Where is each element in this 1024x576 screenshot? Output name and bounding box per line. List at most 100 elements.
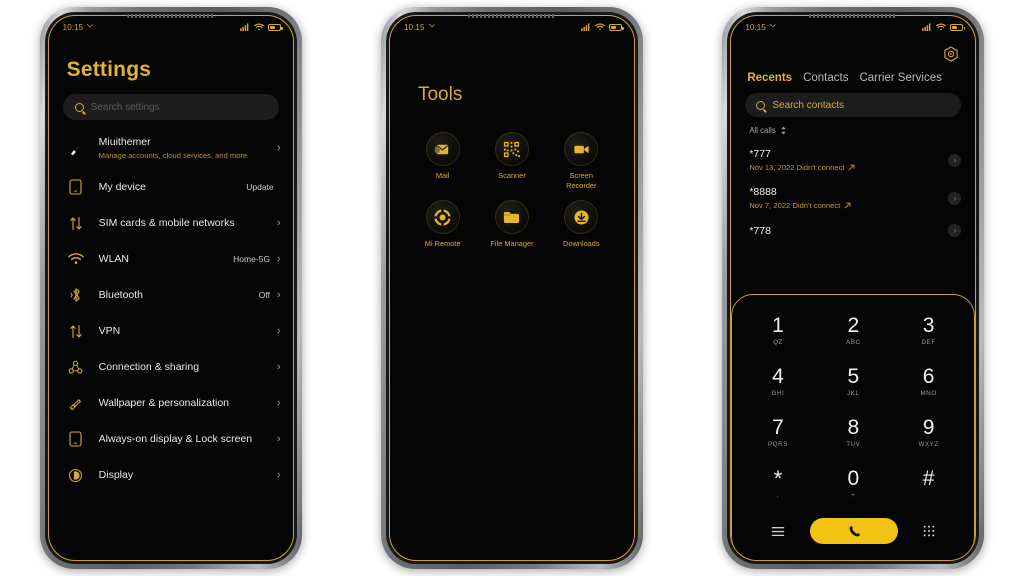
key-9[interactable]: 9 WXYZ [891, 407, 966, 458]
phone-call-icon [428, 23, 435, 28]
settings-row-wallpaper[interactable]: Wallpaper & personalization › [49, 385, 293, 421]
earpiece-speaker [126, 14, 215, 18]
settings-row-vpn[interactable]: VPN › [49, 313, 293, 349]
search-settings-input[interactable]: Search settings [62, 94, 279, 120]
app-label: Downloads [563, 239, 600, 248]
app-label: Screen Recorder [566, 171, 597, 190]
status-bar: 10:15 [390, 16, 634, 38]
dialer-action-bar [740, 509, 966, 553]
settings-row-text: Always-on display & Lock screen [87, 433, 277, 446]
call-meta: Nov 7, 2022 Didn't connect [749, 201, 948, 210]
key-digit: 8 [847, 416, 860, 439]
key-digit: 9 [922, 416, 935, 439]
call-number: *777 [749, 148, 771, 160]
battery-icon [950, 23, 966, 31]
call-button[interactable] [810, 518, 899, 544]
key-letters: TUV [846, 441, 861, 448]
call-number: *778 [749, 224, 771, 237]
display-brightness-icon [65, 468, 87, 483]
key-digit: 0 [847, 467, 860, 490]
status-bar-right [581, 23, 624, 31]
status-bar: 10:15 [731, 16, 975, 38]
app-scanner[interactable]: Scanner [477, 132, 546, 190]
settings-row-miuithemer[interactable]: Miuithemer Manage accounts, cloud servic… [49, 128, 293, 169]
info-chevron-icon[interactable]: › [948, 224, 962, 237]
phone-handset-icon [849, 525, 860, 536]
key-digit: 5 [847, 365, 860, 388]
call-row[interactable]: *778 › [731, 217, 975, 244]
key-3[interactable]: 3 DEF [891, 305, 966, 356]
key-0[interactable]: 0 + [816, 458, 891, 509]
settings-row-sim-cards[interactable]: SIM cards & mobile networks › [49, 205, 293, 241]
connection-share-icon [65, 360, 87, 375]
settings-row-text: My device [87, 181, 247, 194]
app-screen-recorder[interactable]: Screen Recorder [547, 132, 616, 190]
settings-row-value: Off [258, 290, 270, 300]
key-star[interactable]: * , [740, 458, 815, 509]
tab-contacts[interactable]: Contacts [803, 72, 848, 84]
phone-device-icon [65, 179, 87, 195]
settings-row-display[interactable]: Display › [49, 457, 293, 493]
key-4[interactable]: 4 GHI [740, 356, 815, 407]
app-mail[interactable]: Mail [408, 132, 477, 190]
phone-call-icon [87, 23, 93, 28]
app-downloads[interactable]: Downloads [547, 200, 616, 249]
tab-recents[interactable]: Recents [747, 72, 792, 84]
wallpaper-brush-icon [65, 396, 87, 411]
key-letters: MNO [920, 390, 937, 397]
hamburger-menu-icon[interactable] [770, 525, 786, 538]
key-8[interactable]: 8 TUV [816, 407, 891, 458]
app-mi-remote[interactable]: Mi Remote [408, 200, 477, 249]
key-letters: , [776, 492, 780, 499]
key-6[interactable]: 6 MNO [891, 356, 966, 407]
key-letters: WXYZ [918, 441, 939, 448]
settings-row-text: VPN [87, 325, 277, 338]
screen-dialer: 10:15 Recents Contacts Carrier Services … [730, 15, 977, 561]
key-2[interactable]: 2 ABC [816, 305, 891, 356]
key-letters: + [851, 492, 856, 499]
settings-row-label: SIM cards & mobile networks [98, 216, 235, 229]
key-1[interactable]: 1 QZ [740, 305, 815, 356]
call-row[interactable]: *777 Nov 13, 2022 Didn't connect › [731, 141, 975, 179]
vpn-transfer-icon [65, 324, 87, 339]
chevron-right-icon: › [276, 252, 281, 265]
call-filter-label: All calls [749, 126, 776, 135]
dialer-tabs: Recents Contacts Carrier Services [731, 62, 975, 84]
tab-carrier-services[interactable]: Carrier Services [859, 72, 941, 84]
app-grid: Mail Scanner Screen Recorder Mi Remote F… [390, 132, 634, 249]
hex-settings-icon[interactable] [943, 46, 959, 62]
settings-row-connection-sharing[interactable]: Connection & sharing › [49, 349, 293, 385]
settings-row-wlan[interactable]: WLAN Home-5G › [49, 241, 293, 277]
chevron-right-icon: › [276, 216, 281, 229]
info-chevron-icon[interactable]: › [948, 191, 962, 205]
status-time: 10:15 [403, 22, 425, 32]
settings-row-label: My device [98, 180, 146, 193]
settings-row-my-device[interactable]: My device Update [49, 169, 293, 205]
earpiece-speaker [467, 14, 556, 18]
settings-row-always-on-display[interactable]: Always-on display & Lock screen › [49, 421, 293, 457]
settings-row-label: WLAN [98, 252, 129, 265]
settings-row-text: WLAN [87, 253, 233, 266]
keypad-dots-icon[interactable] [922, 524, 936, 538]
settings-row-bluetooth[interactable]: Bluetooth Off › [49, 277, 293, 313]
key-hash[interactable]: # [891, 458, 966, 509]
phone-bezel: 10:15 [385, 12, 638, 564]
call-filter-dropdown[interactable]: All calls [731, 117, 975, 135]
key-letters: DEF [921, 339, 936, 346]
app-label: Scanner [498, 171, 526, 180]
call-number: *8888 [749, 186, 777, 198]
screen-settings: 10:15 Settings Search settings Miuitheme… [47, 15, 294, 561]
info-chevron-icon[interactable]: › [948, 153, 962, 167]
app-file-manager[interactable]: File Manager [477, 200, 546, 249]
key-digit: 4 [772, 365, 784, 388]
phone-device-dialer: 10:15 Recents Contacts Carrier Services … [722, 7, 985, 569]
status-bar-left: 10:15 [745, 23, 777, 32]
recent-calls-list: *777 Nov 13, 2022 Didn't connect › *8888… [731, 135, 975, 244]
settings-row-label: Display [98, 468, 134, 481]
search-placeholder: Search contacts [772, 99, 845, 111]
wifi-icon [253, 23, 264, 31]
key-7[interactable]: 7 PQRS [740, 407, 815, 458]
key-5[interactable]: 5 JKL [816, 356, 891, 407]
search-contacts-input[interactable]: Search contacts [745, 93, 962, 117]
call-row[interactable]: *8888 Nov 7, 2022 Didn't connect › [731, 179, 975, 217]
